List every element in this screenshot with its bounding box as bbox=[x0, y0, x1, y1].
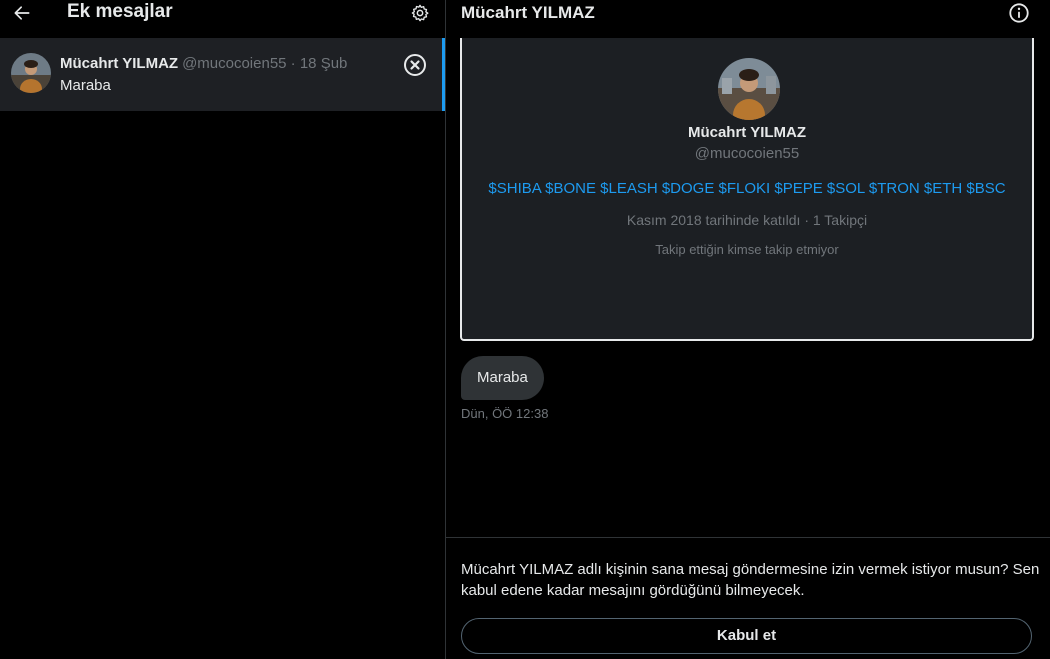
conversation-panel: Mücahrt YILMAZ Mücahrt YILMAZ @mucocoien… bbox=[446, 0, 1050, 659]
info-icon bbox=[1009, 3, 1029, 23]
profile-bio: $SHIBA $BONE $LEASH $DOGE $FLOKI $PEPE $… bbox=[488, 180, 1006, 197]
message-requests-panel: Ek mesajlar Mücahrt YILMAZ @mucocoien55 … bbox=[0, 0, 446, 659]
profile-card[interactable]: Mücahrt YILMAZ @mucocoien55 $SHIBA $BONE… bbox=[460, 38, 1034, 341]
request-text: Mücahrt YILMAZ adlı kişinin sana mesaj g… bbox=[461, 561, 1040, 599]
info-button[interactable] bbox=[1008, 2, 1030, 24]
profile-handle: @mucocoien55 bbox=[694, 145, 800, 162]
back-arrow-icon bbox=[14, 6, 30, 20]
message-timestamp: Dün, ÖÖ 12:38 bbox=[461, 406, 549, 421]
profile-joined-followers: Kasım 2018 tarihinde katıldı · 1 Takipçi bbox=[626, 212, 868, 228]
conversation-item[interactable]: Mücahrt YILMAZ @mucocoien55 · 18 Şub Mara… bbox=[0, 38, 445, 111]
back-button[interactable] bbox=[8, 0, 36, 26]
avatar bbox=[11, 53, 51, 93]
conversation-preview: Maraba bbox=[60, 77, 111, 94]
profile-follow-note: Takip ettiğin kimse takip etmiyor bbox=[655, 242, 839, 257]
conversation-name: Mücahrt YILMAZ bbox=[60, 55, 179, 72]
gear-icon bbox=[411, 4, 429, 22]
profile-avatar bbox=[718, 58, 780, 120]
message-bubble[interactable]: Maraba bbox=[461, 356, 544, 400]
conversation-header: Mücahrt YILMAZ @mucocoien55 · 18 Şub bbox=[60, 55, 347, 72]
profile-name: Mücahrt YILMAZ bbox=[687, 124, 807, 141]
conversation-title: Mücahrt YILMAZ bbox=[461, 3, 595, 22]
settings-button[interactable] bbox=[408, 1, 432, 25]
accept-button[interactable]: Kabul et bbox=[461, 618, 1032, 654]
dismiss-request-button[interactable] bbox=[403, 53, 427, 77]
message-requests-header: Ek mesajlar bbox=[0, 0, 445, 38]
conversation-handle-date: @mucocoien55 · 18 Şub bbox=[182, 55, 348, 72]
message-request-prompt: Mücahrt YILMAZ adlı kişinin sana mesaj g… bbox=[446, 537, 1050, 659]
app: Ek mesajlar Mücahrt YILMAZ @mucocoien55 … bbox=[0, 0, 1050, 659]
close-circle-icon bbox=[404, 54, 426, 76]
page-title: Ek mesajlar bbox=[67, 1, 173, 22]
